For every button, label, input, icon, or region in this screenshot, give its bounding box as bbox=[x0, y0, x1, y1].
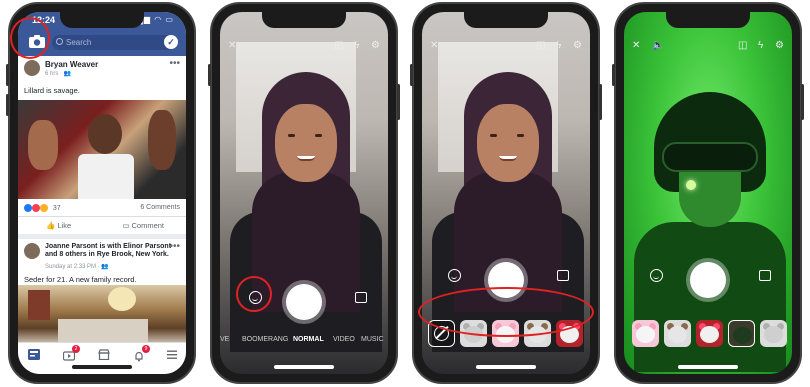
search-placeholder: Search bbox=[66, 38, 92, 47]
close-icon[interactable]: ✕ bbox=[430, 40, 438, 51]
phone-feed: 12:24 ▂▄▆ ◠ ▭ Search ✓ Bryan Weaver 6 hr… bbox=[6, 2, 196, 384]
switch-camera-icon[interactable]: ◫ bbox=[536, 40, 545, 51]
more-options-icon[interactable]: ••• bbox=[169, 58, 180, 69]
friends-icon: 👥 bbox=[101, 264, 109, 270]
reactions-summary[interactable]: 37 6 Comments bbox=[18, 202, 186, 216]
post-meta: 6 hrs · bbox=[45, 71, 64, 77]
switch-camera-icon[interactable]: ◫ bbox=[334, 40, 343, 51]
news-feed-icon[interactable] bbox=[28, 349, 40, 360]
tutorial-collage: 12:24 ▂▄▆ ◠ ▭ Search ✓ Bryan Weaver 6 hr… bbox=[0, 0, 810, 387]
settings-gear-icon[interactable]: ⚙ bbox=[573, 40, 582, 51]
marketplace-icon[interactable] bbox=[98, 349, 110, 360]
bottom-tab-bar: 2 9 bbox=[18, 342, 186, 374]
shutter-button[interactable] bbox=[690, 262, 726, 298]
notification-badge: 9 bbox=[142, 345, 150, 353]
comment-count[interactable]: 6 Comments bbox=[140, 204, 180, 211]
effects-face-icon[interactable] bbox=[650, 269, 663, 282]
mode-boomerang[interactable]: BOOMERANG bbox=[242, 336, 288, 343]
mode-normal[interactable]: NORMAL bbox=[293, 336, 324, 343]
post-author-line[interactable]: Joanne Parsont is with Elinor Parsont an… bbox=[45, 243, 177, 259]
like-button[interactable]: 👍 Like bbox=[46, 221, 71, 230]
flash-icon[interactable]: ϟ bbox=[758, 40, 763, 51]
post-meta: Sunday at 2:33 PM · bbox=[45, 264, 102, 270]
annotation-circle-effects-tray bbox=[418, 287, 594, 337]
notifications-bell-icon[interactable]: 9 bbox=[133, 345, 150, 362]
avatar[interactable] bbox=[24, 243, 40, 259]
close-icon[interactable]: ✕ bbox=[228, 40, 236, 51]
watch-icon[interactable]: 2 bbox=[62, 345, 80, 361]
flash-icon[interactable]: ϟ bbox=[354, 40, 359, 51]
mode-ve[interactable]: VE bbox=[220, 336, 229, 343]
notification-badge: 2 bbox=[72, 345, 80, 353]
avatar[interactable] bbox=[24, 60, 40, 76]
annotation-circle-effects bbox=[236, 276, 272, 312]
shutter-button[interactable] bbox=[286, 284, 322, 320]
effects-tray bbox=[624, 316, 792, 352]
love-reaction-icon bbox=[31, 204, 40, 212]
switch-camera-icon[interactable]: ◫ bbox=[738, 40, 747, 51]
like-reaction-icon bbox=[24, 204, 32, 212]
messenger-icon[interactable]: ✓ bbox=[164, 35, 178, 49]
friends-icon: 👥 bbox=[63, 71, 72, 77]
comment-button[interactable]: ▭ Comment bbox=[122, 221, 164, 230]
effects-face-icon[interactable] bbox=[448, 269, 461, 282]
effect-hearts-mask[interactable] bbox=[696, 320, 723, 347]
search-input[interactable]: Search bbox=[52, 35, 176, 50]
post-author[interactable]: Bryan Weaver bbox=[45, 60, 98, 69]
effect-bunny-mask[interactable] bbox=[632, 320, 659, 347]
search-icon bbox=[56, 38, 63, 45]
flash-icon[interactable]: ϟ bbox=[556, 40, 561, 51]
menu-icon[interactable] bbox=[166, 349, 178, 360]
effect-cat-mask[interactable] bbox=[760, 320, 787, 347]
gallery-icon[interactable] bbox=[355, 292, 367, 303]
post-text: Lillard is savage. bbox=[24, 86, 80, 95]
gallery-icon[interactable] bbox=[759, 270, 771, 281]
effect-night-vision-selected[interactable] bbox=[728, 320, 755, 347]
mode-music[interactable]: MUSIC bbox=[361, 336, 384, 343]
phone-camera: ✕ ◫ ϟ ⚙ VE BOOMERANG NORMAL VIDEO MUSIC bbox=[208, 2, 400, 384]
settings-gear-icon[interactable]: ⚙ bbox=[775, 40, 784, 51]
more-options-icon[interactable]: ••• bbox=[169, 241, 180, 252]
haha-reaction-icon bbox=[39, 204, 48, 212]
sound-icon[interactable]: 🔈 bbox=[652, 40, 664, 51]
annotation-circle-camera bbox=[10, 17, 50, 59]
feed-screen: 12:24 ▂▄▆ ◠ ▭ Search ✓ Bryan Weaver 6 hr… bbox=[18, 12, 186, 374]
mode-video[interactable]: VIDEO bbox=[333, 336, 355, 343]
post-card: Joanne Parsont is with Elinor Parsont an… bbox=[18, 239, 186, 347]
post-photo[interactable] bbox=[18, 100, 186, 199]
gallery-icon[interactable] bbox=[557, 270, 569, 281]
close-icon[interactable]: ✕ bbox=[632, 40, 640, 51]
thumbs-up-icon: 👍 bbox=[46, 221, 58, 230]
post-text: Seder for 21. A new family record. bbox=[24, 275, 137, 284]
reaction-count: 37 bbox=[52, 204, 61, 212]
settings-gear-icon[interactable]: ⚙ bbox=[371, 40, 380, 51]
post-actions: 👍 Like ▭ Comment bbox=[18, 216, 186, 234]
effect-bear-mask[interactable] bbox=[664, 320, 691, 347]
camera-screen: ✕ 🔈 ◫ ϟ ⚙ bbox=[624, 12, 792, 374]
post-card: Bryan Weaver 6 hrs · 👥 ••• Lillard is sa… bbox=[18, 56, 186, 234]
phone-effect-applied: ✕ 🔈 ◫ ϟ ⚙ bbox=[612, 2, 804, 384]
post-photo[interactable] bbox=[18, 285, 186, 347]
camera-mode-selector: VE BOOMERANG NORMAL VIDEO MUSIC bbox=[220, 336, 388, 348]
camera-screen: ✕ ◫ ϟ ⚙ VE BOOMERANG NORMAL VIDEO MUSIC bbox=[220, 12, 388, 374]
